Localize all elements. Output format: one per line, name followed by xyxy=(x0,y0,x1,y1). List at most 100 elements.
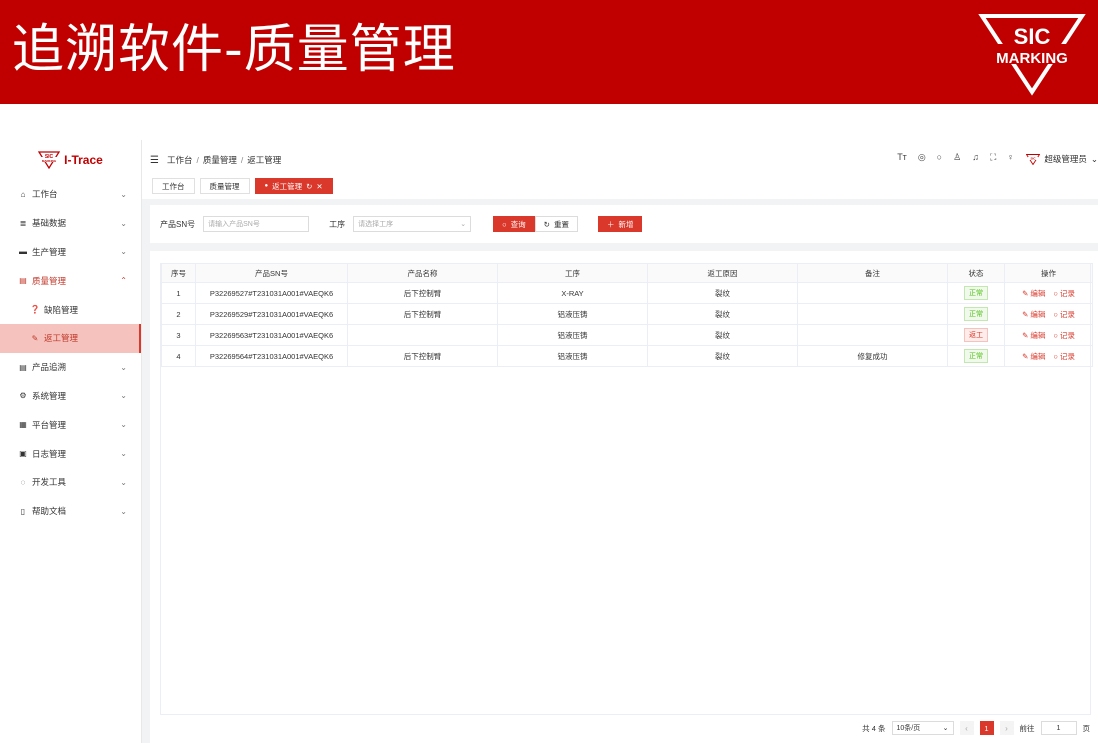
calendar-icon: ▤ xyxy=(19,362,27,372)
brand-logo-marking: MARKING xyxy=(42,159,57,163)
process-placeholder: 请选择工序 xyxy=(358,221,394,228)
grid-icon: ▦ xyxy=(19,420,27,430)
avatar-text: SIC xyxy=(1031,156,1037,160)
chevron-down-icon: ⌄ xyxy=(120,420,127,430)
monitor-icon: ▬ xyxy=(19,247,27,257)
github-icon[interactable]: ◎ xyxy=(918,152,926,163)
banner-title: 追溯软件-质量管理 xyxy=(12,20,456,80)
button-label: 重置 xyxy=(553,219,569,229)
sidebar-item-label: 帮助文档 xyxy=(32,506,67,517)
book-icon: ▯ xyxy=(20,506,26,516)
gear-icon: ⚙ xyxy=(19,391,27,401)
active-dot-icon: ● xyxy=(264,183,269,189)
search-icon[interactable]: ○ xyxy=(937,152,942,163)
chevron-down-icon: ⌄ xyxy=(120,506,127,516)
tab-rework[interactable]: ● 返工管理 ↻ ✕ xyxy=(254,178,333,194)
sidebar-item-platform[interactable]: ▦ 平台管理 ⌄ xyxy=(0,410,141,439)
theme-icon[interactable]: ♙ xyxy=(953,152,961,163)
brand-logo: SIC MARKING xyxy=(38,151,61,169)
database-icon: ≣ xyxy=(19,218,27,228)
breadcrumb-item[interactable]: 质量管理 xyxy=(203,154,237,166)
sidebar-item-help[interactable]: ▯ 帮助文档 ⌄ xyxy=(0,497,141,526)
sidebar-item-system[interactable]: ⚙ 系统管理 ⌄ xyxy=(0,382,141,411)
query-button[interactable]: ○ 查询 xyxy=(493,216,535,232)
refresh-icon[interactable]: ↻ xyxy=(306,182,312,191)
chevron-down-icon: ⌄ xyxy=(1090,153,1098,164)
menu-toggle-icon[interactable]: ☰ xyxy=(150,155,159,166)
page-size-select[interactable]: 10条/页 ⌄ xyxy=(891,721,954,735)
sidebar-item-label: 平台管理 xyxy=(32,419,67,430)
add-button[interactable]: ＋新增 xyxy=(597,216,643,232)
chevron-down-icon: ⌄ xyxy=(942,725,949,732)
search-icon: ○ xyxy=(502,219,507,229)
top-banner: 追溯软件-质量管理 SIC MARKING xyxy=(0,0,1098,104)
sidebar-item-label: 日志管理 xyxy=(32,448,67,459)
tab-label: 工作台 xyxy=(162,181,185,191)
breadcrumb-item: 返工管理 xyxy=(247,155,282,165)
avatar: SIC xyxy=(1026,153,1041,165)
sidebar-item-production[interactable]: ▬ 生产管理 ⌄ xyxy=(0,238,141,267)
sidebar-item-devtools[interactable]: ◌ 开发工具 ⌄ xyxy=(0,468,141,497)
log-icon: ▣ xyxy=(19,449,27,459)
page-tabs: 工作台 质量管理 ● 返工管理 ↻ ✕ xyxy=(152,178,333,194)
breadcrumb-item[interactable]: 工作台 xyxy=(167,154,193,166)
fullscreen-icon[interactable]: ⛶ xyxy=(990,152,996,163)
table-frame xyxy=(160,263,1091,715)
sidebar-item-trace[interactable]: ▤ 产品追溯 ⌄ xyxy=(0,353,141,382)
breadcrumb-separator: / xyxy=(196,155,199,165)
topbar: ☰ 工作台 / 质量管理 / 返工管理 Tт ◎ ○ ♙ ♫ ⛶ ♀ SIC 超… xyxy=(142,148,1098,172)
sidebar-item-label: 开发工具 xyxy=(32,477,67,488)
next-page-button[interactable]: › xyxy=(999,721,1014,735)
chevron-down-icon: ⌄ xyxy=(120,391,127,401)
home-icon: ⌂ xyxy=(20,189,26,199)
sn-label: 产品SN号 xyxy=(160,219,196,229)
sidebar-item-logs[interactable]: ▣ 日志管理 ⌄ xyxy=(0,439,141,468)
tab-quality[interactable]: 质量管理 xyxy=(199,178,250,194)
breadcrumb: 工作台 / 质量管理 / 返工管理 xyxy=(167,154,281,166)
sidebar-item-defects[interactable]: ❓ 缺陷管理 xyxy=(0,295,141,324)
goto-page-value: 1 xyxy=(1056,724,1061,732)
tab-label: 质量管理 xyxy=(209,181,240,191)
total-count: 共 4 条 xyxy=(862,723,886,733)
edit-icon: ✎ xyxy=(31,333,39,343)
sidebar-item-label: 产品追溯 xyxy=(32,362,67,373)
user-icon[interactable]: ♀ xyxy=(1007,152,1014,163)
sidebar-item-label: 质量管理 xyxy=(32,275,67,286)
sidebar-item-rework[interactable]: ✎ 返工管理 xyxy=(0,323,141,353)
sidebar-item-label: 系统管理 xyxy=(32,390,67,401)
sidebar: SIC MARKING I-Trace ⌂ 工作台 ⌄ ≣ 基础数据 ⌄ ▬ 生产管理 ⌄ … xyxy=(0,140,142,743)
chevron-up-icon: ⌃ xyxy=(120,276,127,286)
calendar-icon: ▤ xyxy=(19,276,27,286)
logo-text-marking: MARKING xyxy=(996,50,1068,67)
loading-icon: ◌ xyxy=(20,477,26,487)
page-size-value: 10条/页 xyxy=(896,725,921,732)
bell-icon[interactable]: ♫ xyxy=(972,152,979,163)
chevron-down-icon: ⌄ xyxy=(120,218,127,228)
page-number[interactable]: 1 xyxy=(979,721,994,735)
chevron-down-icon: ⌄ xyxy=(120,362,127,372)
plus-icon: ＋ xyxy=(606,219,615,229)
page-unit: 页 xyxy=(1082,723,1091,733)
reset-button[interactable]: ↻ 重置 xyxy=(534,216,578,232)
brand: SIC MARKING I-Trace xyxy=(0,140,141,180)
user-menu[interactable]: SIC 超级管理员 ⌄ xyxy=(1026,153,1098,165)
prev-page-button[interactable]: ‹ xyxy=(959,721,974,735)
user-name: 超级管理员 xyxy=(1044,154,1087,164)
question-icon: ❓ xyxy=(30,305,40,315)
brand-name: I-Trace xyxy=(64,153,103,167)
chevron-down-icon: ⌄ xyxy=(120,477,127,487)
process-select[interactable]: 请选择工序 ⌄ xyxy=(353,216,472,232)
sidebar-item-quality[interactable]: ▤ 质量管理 ⌃ xyxy=(0,266,141,295)
pagination: 共 4 条 10条/页 ⌄ ‹ 1 › 前往 1 页 xyxy=(862,721,1090,735)
sn-input[interactable]: 请输入产品SN号 xyxy=(203,216,310,232)
close-icon[interactable]: ✕ xyxy=(316,182,322,191)
sidebar-item-label: 返工管理 xyxy=(44,333,79,344)
process-label: 工序 xyxy=(329,219,346,229)
font-size-icon[interactable]: Tт xyxy=(897,152,907,163)
tab-workbench[interactable]: 工作台 xyxy=(152,178,195,194)
sidebar-item-basic-data[interactable]: ≣ 基础数据 ⌄ xyxy=(0,209,141,238)
sidebar-item-workbench[interactable]: ⌂ 工作台 ⌄ xyxy=(0,180,141,209)
breadcrumb-separator: / xyxy=(240,155,244,165)
refresh-icon: ↻ xyxy=(543,219,550,229)
goto-page-input[interactable]: 1 xyxy=(1040,721,1077,735)
